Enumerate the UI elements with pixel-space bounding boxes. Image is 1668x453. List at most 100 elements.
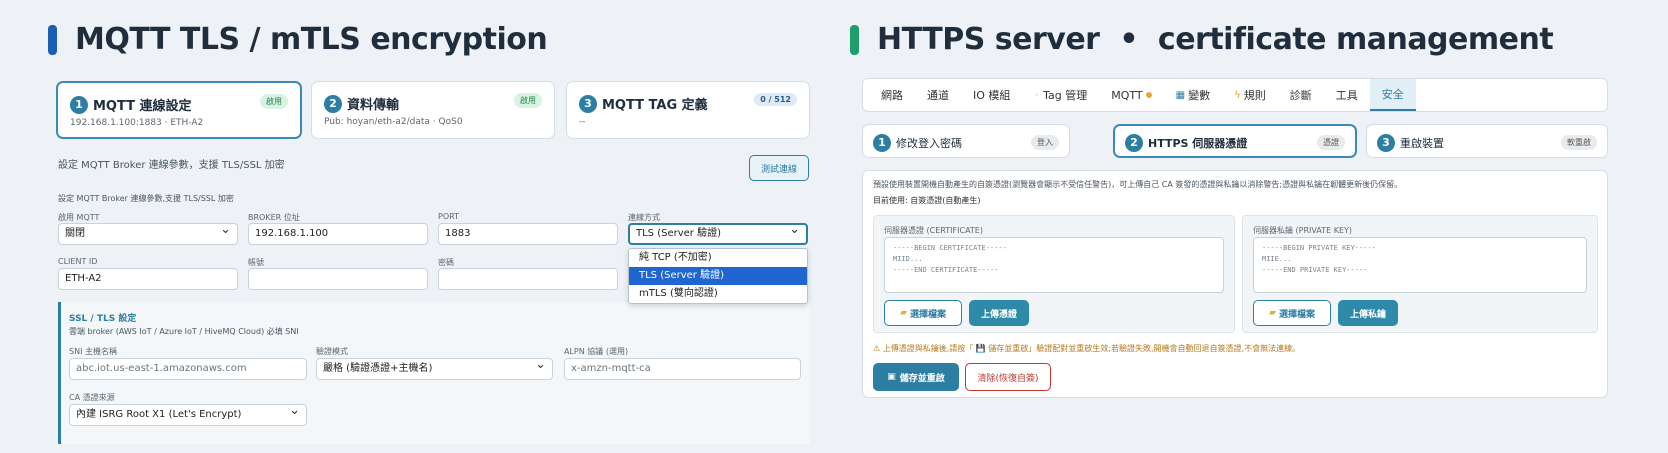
port-label: PORT	[438, 212, 459, 221]
folder-icon: ▰	[1269, 308, 1276, 318]
tab-security[interactable]: 安全	[1369, 79, 1416, 111]
broker-address-input[interactable]: 192.168.1.100	[248, 223, 428, 245]
tab-tools[interactable]: 工具	[1324, 79, 1370, 111]
upload-key-button[interactable]: 上傳私鑰	[1338, 300, 1398, 326]
step-card-mqtt-connection[interactable]: 1 MQTT 連線設定 啟用 192.168.1.100:1883 · ETH-A…	[56, 81, 302, 139]
step-title: HTTPS 伺服器憑證	[1148, 136, 1248, 150]
client-id-input[interactable]: ETH-A2	[58, 268, 238, 290]
step-card-mqtt-tag[interactable]: 3 MQTT TAG 定義 0 / 512 --	[566, 81, 810, 139]
connection-mode-label: 連線方式	[628, 213, 660, 222]
step-badge: 登入	[1031, 135, 1059, 150]
tab-tag-management[interactable]: ◦ Tag 管理	[1022, 79, 1099, 111]
private-key-label: 伺服器私鑰 (PRIVATE KEY)	[1253, 226, 1353, 235]
upload-cert-button[interactable]: 上傳憑證	[969, 300, 1029, 326]
verify-mode-select[interactable]: 嚴格 (驗證憑證+主機名)	[316, 358, 553, 380]
tag-icon: ◦	[1034, 90, 1040, 100]
alpn-input[interactable]: x-amzn-mqtt-ca	[564, 358, 801, 380]
tab-network[interactable]: 網路	[869, 79, 915, 111]
certificate-textarea[interactable]: -----BEGIN CERTIFICATE----- MIID... ----…	[884, 237, 1224, 293]
sni-label: SNI 主機名稱	[69, 347, 117, 356]
ca-source-label: CA 憑證來源	[69, 393, 115, 402]
private-key-box: 伺服器私鑰 (PRIVATE KEY) -----BEGIN PRIVATE K…	[1242, 215, 1598, 333]
save-restart-button[interactable]: ▣ 儲存並重啟	[873, 363, 959, 391]
step-title: MQTT TAG 定義	[602, 98, 708, 113]
account-label: 帳號	[248, 258, 264, 267]
tab-io-module[interactable]: IO 模組	[961, 79, 1022, 111]
tab-mqtt[interactable]: MQTT	[1099, 79, 1163, 111]
status-badge: 啟用	[514, 93, 542, 108]
password-label: 密碼	[438, 258, 454, 267]
form-description: 設定 MQTT Broker 連線參數,支援 TLS/SSL 加密	[58, 194, 234, 203]
verify-mode-label: 驗證模式	[316, 347, 348, 356]
upload-warning: ⚠ 上傳憑證與私鑰後,請按「 💾 儲存並重啟」驗證配對並重啟生效;若驗證失敗,開…	[873, 344, 1301, 353]
dropdown-option-mtls[interactable]: mTLS (雙向認證)	[629, 285, 807, 303]
step-subtitle: 192.168.1.100:1883 · ETH-A2	[70, 118, 204, 128]
step-subtitle: Pub: hoyan/eth-a2/data · QoS0	[324, 117, 463, 127]
sni-hostname-input[interactable]: abc.iot.us-east-1.amazonaws.com	[69, 358, 307, 380]
port-input[interactable]: 1883	[438, 223, 618, 245]
dropdown-option-tcp[interactable]: 純 TCP (不加密)	[629, 249, 807, 267]
step-title: 資料傳輸	[347, 98, 400, 113]
test-connection-button[interactable]: 測試連線	[749, 155, 809, 181]
folder-icon: ▰	[900, 308, 907, 318]
https-cert-section: 預設使用裝置開機自動產生的自簽憑證(瀏覽器會顯示不受信任警告)，可上傳自己 CA…	[862, 170, 1608, 398]
right-title: HTTPS server • certificate management	[877, 22, 1554, 57]
account-input[interactable]	[248, 268, 428, 290]
step-title: 修改登入密碼	[896, 136, 962, 150]
step-badge: 軟重啟	[1561, 135, 1597, 150]
tab-variables[interactable]: ▦ 變數	[1164, 79, 1222, 111]
enable-mqtt-select[interactable]: 關閉	[58, 223, 238, 245]
certificate-label: 伺服器憑證 (CERTIFICATE)	[884, 226, 983, 235]
step-badge: 憑證	[1317, 135, 1345, 150]
grid-icon: ▦	[1175, 89, 1186, 101]
step-number: 1	[70, 95, 88, 114]
section-description: 設定 MQTT Broker 連線參數，支援 TLS/SSL 加密	[58, 160, 285, 171]
cert-info-text: 預設使用裝置開機自動產生的自簽憑證(瀏覽器會顯示不受信任警告)，可上傳自己 CA…	[873, 180, 1403, 189]
status-badge: 啟用	[260, 94, 288, 109]
dropdown-option-tls[interactable]: TLS (Server 驗證)	[629, 267, 807, 285]
left-title: MQTT TLS / mTLS encryption	[75, 22, 548, 57]
heading-accent-bar	[850, 24, 859, 55]
step-number: 1	[873, 133, 891, 152]
tab-rules[interactable]: ϟ 規則	[1222, 79, 1278, 111]
connection-mode-select[interactable]: TLS (Server 驗證)	[628, 223, 808, 245]
lightning-icon: ϟ	[1234, 89, 1241, 101]
step-card-https-cert[interactable]: 2 HTTPS 伺服器憑證 憑證	[1113, 124, 1357, 158]
alpn-label: ALPN 協議 (選用)	[564, 347, 629, 356]
step-number: 2	[324, 94, 342, 113]
right-heading: HTTPS server • certificate management	[850, 22, 1554, 57]
clear-cert-button[interactable]: 清除(恢復自簽)	[965, 363, 1051, 391]
ssl-settings-section: SSL / TLS 設定 雲端 broker (AWS IoT / Azure …	[58, 302, 810, 444]
status-dot-icon	[1145, 92, 1152, 98]
current-cert-text: 目前使用: 自簽憑證(自動產生)	[873, 196, 981, 205]
connection-mode-dropdown: 純 TCP (不加密) TLS (Server 驗證) mTLS (雙向認證)	[628, 248, 808, 304]
main-tabs: 網路 通道 IO 模組 ◦ Tag 管理 MQTT ▦ 變數 ϟ 規則 診斷 工具 安…	[862, 78, 1608, 112]
step-subtitle: --	[579, 117, 586, 127]
step-number: 3	[1377, 133, 1395, 152]
step-card-data-transfer[interactable]: 2 資料傳輸 啟用 Pub: hoyan/eth-a2/data · QoS0	[311, 81, 555, 139]
step-card-restart[interactable]: 3 重啟裝置 軟重啟	[1366, 124, 1608, 158]
tag-count-badge: 0 / 512	[754, 93, 797, 106]
step-number: 3	[579, 94, 597, 113]
ca-source-select[interactable]: 內建 ISRG Root X1 (Let's Encrypt)	[69, 404, 307, 426]
left-heading: MQTT TLS / mTLS encryption	[48, 22, 548, 57]
choose-cert-file-button[interactable]: ▰ 選擇檔案	[884, 300, 962, 326]
broker-label: BROKER 位址	[248, 213, 300, 222]
private-key-textarea[interactable]: -----BEGIN PRIVATE KEY----- MIIE... ----…	[1253, 237, 1587, 293]
enable-label: 啟用 MQTT	[58, 213, 100, 222]
step-card-change-password[interactable]: 1 修改登入密碼 登入	[862, 124, 1070, 158]
step-number: 2	[1125, 133, 1143, 152]
floppy-icon: ▣	[887, 372, 896, 382]
mqtt-tls-panel: MQTT TLS / mTLS encryption 1 MQTT 連線設定 啟用…	[0, 0, 834, 453]
step-title: MQTT 連線設定	[93, 99, 192, 114]
ssl-note: 雲端 broker (AWS IoT / Azure IoT / HiveMQ …	[69, 327, 299, 336]
client-id-label: CLIENT ID	[58, 257, 98, 266]
tab-diagnostics[interactable]: 診斷	[1278, 79, 1324, 111]
step-title: 重啟裝置	[1400, 136, 1444, 150]
ssl-section-title: SSL / TLS 設定	[69, 314, 137, 324]
heading-accent-bar	[48, 24, 57, 55]
certificate-box: 伺服器憑證 (CERTIFICATE) -----BEGIN CERTIFICA…	[873, 215, 1235, 333]
password-input[interactable]	[438, 268, 618, 290]
choose-key-file-button[interactable]: ▰ 選擇檔案	[1253, 300, 1331, 326]
tab-channel[interactable]: 通道	[915, 79, 961, 111]
